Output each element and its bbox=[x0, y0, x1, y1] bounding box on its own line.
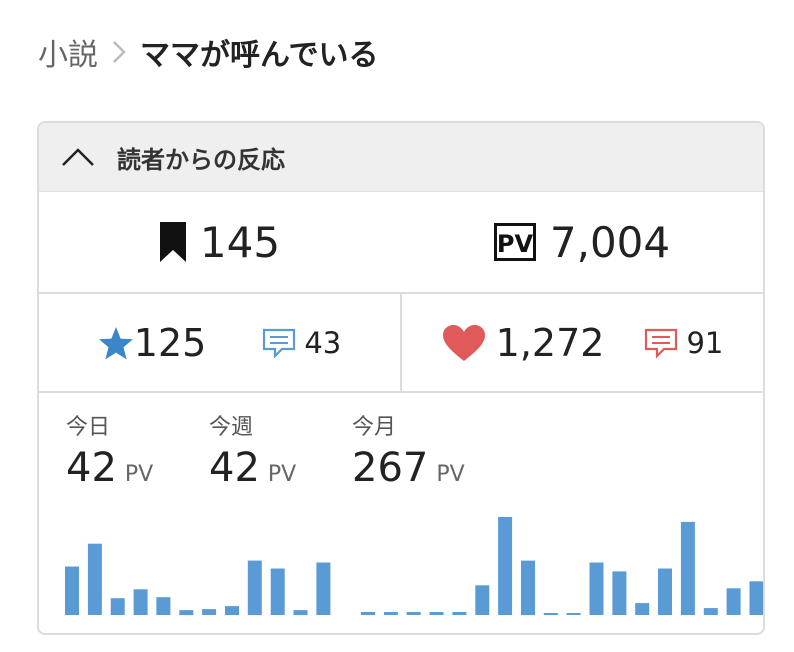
chart-bar bbox=[612, 571, 627, 615]
chart-bar bbox=[589, 562, 604, 615]
reactions-row: 125 43 1,272 91 bbox=[39, 294, 763, 393]
chart-bar bbox=[202, 609, 217, 615]
chart-bar bbox=[87, 543, 102, 615]
chart-bar bbox=[703, 608, 718, 615]
chart-bar bbox=[247, 560, 262, 616]
heart-icon bbox=[442, 324, 485, 361]
chart-bar bbox=[316, 562, 331, 615]
heart-comment-link[interactable]: 91 bbox=[644, 326, 723, 360]
bookmark-count: 145 bbox=[39, 192, 401, 292]
breadcrumb: 小説 ママが呼んでいる bbox=[38, 30, 379, 74]
chevron-up-icon bbox=[62, 148, 94, 166]
svg-text:PV: PV bbox=[497, 230, 534, 258]
heart-reactions: 1,272 91 bbox=[400, 294, 763, 391]
star-comment-link[interactable]: 43 bbox=[262, 326, 341, 360]
pv-bar-chart bbox=[65, 517, 763, 616]
chart-bar bbox=[293, 610, 308, 616]
bookmark-icon bbox=[159, 222, 186, 262]
chart-bar bbox=[543, 613, 558, 615]
chart-bar bbox=[133, 589, 148, 615]
totals-row: 145 PV 7,004 bbox=[39, 191, 763, 294]
chart-bar bbox=[749, 581, 763, 615]
chart-bar bbox=[270, 568, 285, 615]
chart-bar bbox=[383, 612, 398, 615]
chart-bar bbox=[361, 612, 375, 615]
reader-reaction-panel: 読者からの反応 145 PV 7,004 125 43 1,272 91 今日 … bbox=[37, 121, 765, 635]
chart-bar bbox=[726, 588, 741, 615]
heart-comment-count: 91 bbox=[686, 325, 724, 360]
pv-total-value: 7,004 bbox=[549, 217, 671, 267]
chart-bar bbox=[566, 613, 581, 615]
chevron-right-icon bbox=[113, 41, 126, 63]
star-reactions: 125 43 bbox=[39, 294, 400, 391]
star-comment-count: 43 bbox=[304, 325, 342, 360]
panel-header-toggle[interactable]: 読者からの反応 bbox=[39, 123, 763, 191]
chart-bar bbox=[680, 521, 695, 615]
chart-bar bbox=[635, 603, 650, 615]
chart-bar bbox=[658, 568, 672, 615]
page-title: ママが呼んでいる bbox=[140, 38, 379, 73]
chart-bar bbox=[225, 606, 239, 615]
pv-total: PV 7,004 bbox=[401, 192, 763, 292]
panel-header-label: 読者からの反応 bbox=[117, 145, 285, 174]
chart-bar bbox=[429, 612, 444, 615]
star-count: 125 bbox=[133, 320, 207, 365]
chart-bar bbox=[156, 597, 171, 615]
chart-bar bbox=[452, 612, 467, 615]
chart-bar bbox=[179, 610, 194, 616]
chart-bar bbox=[110, 598, 125, 615]
breadcrumb-parent-link[interactable]: 小説 bbox=[38, 30, 98, 74]
chart-bar bbox=[521, 560, 535, 616]
bookmark-count-value: 145 bbox=[199, 217, 281, 267]
pv-icon: PV bbox=[493, 223, 536, 261]
comment-icon bbox=[645, 328, 678, 358]
chart-bar bbox=[406, 612, 421, 615]
chart-bar bbox=[475, 585, 490, 615]
comment-icon bbox=[263, 328, 296, 358]
chart-bar bbox=[65, 566, 79, 615]
heart-count: 1,272 bbox=[495, 320, 605, 365]
star-icon bbox=[98, 326, 133, 359]
chart-bar bbox=[498, 517, 513, 615]
pv-stats: 今日 42 PV 今週 42 PV 今月 267 PV bbox=[39, 393, 763, 633]
